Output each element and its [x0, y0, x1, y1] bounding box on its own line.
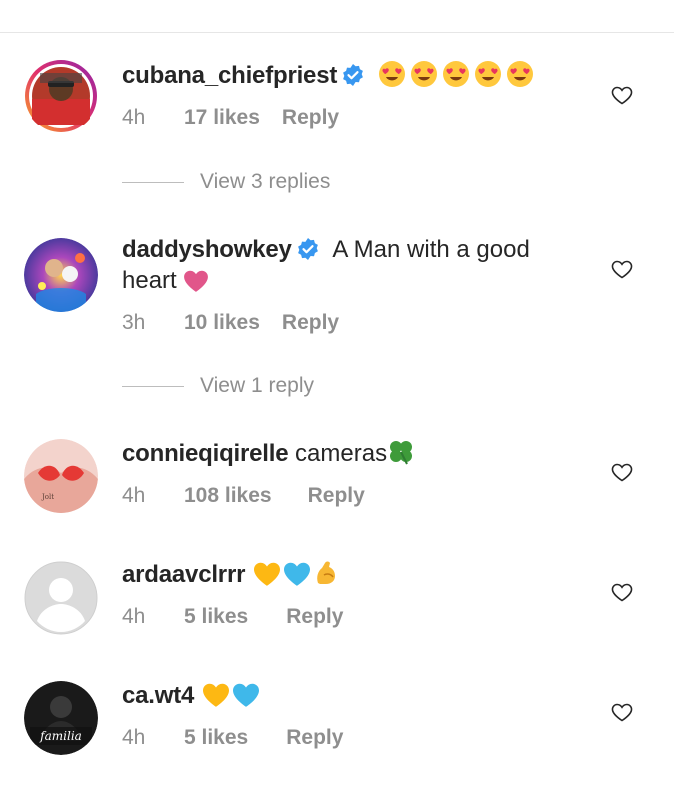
flexed-biceps-emoji	[312, 559, 340, 595]
comment-text: cameras	[295, 440, 388, 467]
reply-button[interactable]: Reply	[286, 726, 343, 750]
avatar-caption: familia	[39, 729, 82, 743]
pink-heart-emoji	[183, 269, 209, 301]
comment-text: A Man with a good	[332, 236, 530, 263]
blue-heart-emoji	[231, 682, 261, 716]
reply-button[interactable]: Reply	[282, 106, 339, 130]
view-replies-link[interactable]: View 1 reply	[122, 374, 314, 398]
avatar[interactable]	[24, 561, 98, 635]
like-heart-icon[interactable]	[610, 83, 634, 107]
avatar[interactable]	[24, 238, 98, 312]
comment-text: heart	[122, 267, 177, 294]
four-leaf-clover-emoji	[387, 438, 415, 474]
comment-likes[interactable]: 5 likes	[184, 605, 248, 629]
heart-eyes-emoji	[378, 60, 538, 96]
avatar[interactable]: Jolt	[24, 439, 98, 513]
comment-likes[interactable]: 108 likes	[184, 484, 272, 508]
yellow-heart-emoji	[201, 682, 231, 716]
top-divider	[0, 32, 674, 33]
reply-button[interactable]: Reply	[286, 605, 343, 629]
like-heart-icon[interactable]	[610, 257, 634, 281]
reply-thread-line	[122, 181, 184, 183]
yellow-heart-emoji	[252, 561, 282, 595]
comment-username[interactable]: cubana_chiefpriest	[122, 62, 337, 89]
verified-badge-icon	[297, 238, 318, 260]
svg-text:Jolt: Jolt	[41, 493, 54, 501]
like-heart-icon[interactable]	[610, 580, 634, 604]
comment-time: 4h	[122, 484, 146, 507]
reply-button[interactable]: Reply	[308, 484, 365, 508]
view-replies-link[interactable]: View 3 replies	[122, 170, 330, 194]
comment-username[interactable]: ca.wt4	[122, 682, 194, 709]
blue-heart-emoji	[282, 561, 312, 595]
comment-likes[interactable]: 17 likes	[184, 106, 260, 130]
comment-time: 4h	[122, 605, 146, 628]
avatar[interactable]: familia	[24, 681, 98, 755]
comment-username[interactable]: ardaavclrrr	[122, 561, 245, 588]
comment-time: 4h	[122, 726, 146, 749]
comment-username[interactable]: connieqiqirelle	[122, 440, 289, 467]
like-heart-icon[interactable]	[610, 460, 634, 484]
comment-likes[interactable]: 10 likes	[184, 311, 260, 335]
verified-badge-icon	[343, 64, 364, 86]
comment-likes[interactable]: 5 likes	[184, 726, 248, 750]
like-heart-icon[interactable]	[610, 700, 634, 724]
comment-time: 3h	[122, 311, 146, 334]
avatar[interactable]	[24, 59, 98, 133]
comment-username[interactable]: daddyshowkey	[122, 236, 292, 263]
reply-button[interactable]: Reply	[282, 311, 339, 335]
reply-thread-line	[122, 385, 184, 387]
comment-time: 4h	[122, 106, 146, 129]
